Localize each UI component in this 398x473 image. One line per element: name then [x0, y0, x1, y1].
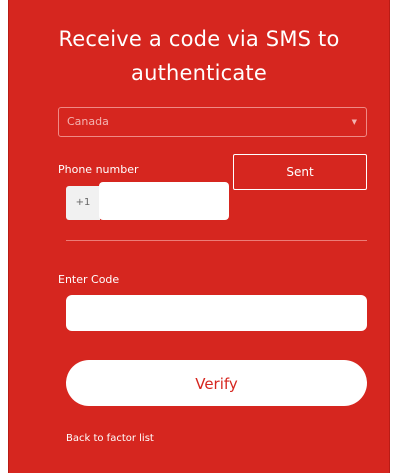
phone-number-label: Phone number [58, 163, 139, 176]
phone-number-input[interactable] [99, 182, 229, 220]
verify-button[interactable]: Verify [66, 360, 367, 406]
title-line-1: Receive a code via SMS to [58, 27, 340, 51]
code-input[interactable] [66, 295, 367, 331]
country-select-value: Canada [67, 115, 109, 128]
page-title: Receive a code via SMS to authenticate [9, 22, 389, 90]
send-code-button[interactable]: Sent [233, 154, 367, 190]
country-select[interactable]: Canada ▼ [58, 107, 367, 137]
title-line-2: authenticate [131, 61, 267, 85]
section-divider [66, 240, 367, 241]
country-code-prefix: +1 [66, 186, 100, 220]
enter-code-label: Enter Code [58, 273, 120, 286]
sms-auth-panel: Receive a code via SMS to authenticate C… [8, 0, 390, 473]
chevron-down-icon: ▼ [351, 118, 357, 126]
back-to-factor-list-link[interactable]: Back to factor list [66, 432, 154, 446]
